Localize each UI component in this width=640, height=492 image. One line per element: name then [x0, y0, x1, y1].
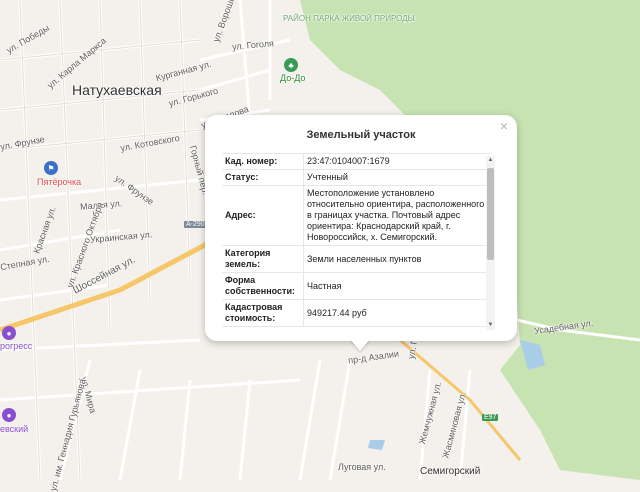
popup-scrollbar[interactable]: ▲ ▼: [486, 156, 495, 330]
cadastral-number-value: 23:47:0104007:1679: [303, 153, 490, 170]
ownership-form-key: Форма собственности:: [222, 272, 304, 300]
shop-icon[interactable]: ●: [2, 408, 16, 422]
tree-icon[interactable]: ♣: [284, 58, 298, 72]
cadastral-number-key: Кад. номер:: [222, 153, 304, 170]
status-value: Учтенный: [303, 169, 490, 186]
table-row: Адрес: Местоположение установлено относи…: [222, 185, 490, 246]
cadastral-value-key: Кадастровая стоимость:: [222, 299, 304, 327]
status-key: Статус:: [222, 169, 304, 186]
land-plot-popup: × Земельный участок Кад. номер: 23:47:01…: [205, 115, 517, 341]
popup-title: Земельный участок: [306, 129, 416, 141]
address-value: Местоположение установлено относительно …: [303, 185, 490, 246]
parcel-info-table: Кад. номер: 23:47:0104007:1679 Статус: У…: [222, 153, 490, 329]
table-row: Форма собственности: Частная: [222, 272, 490, 300]
address-key: Адрес:: [222, 185, 304, 246]
table-row: Кадастровая стоимость: 949217.44 руб: [222, 299, 490, 327]
cadastral-value-value: 949217.44 руб: [303, 299, 490, 327]
scroll-up-icon[interactable]: ▲: [486, 156, 495, 165]
table-row: Категория земель: Земли населенных пункт…: [222, 245, 490, 273]
road-number-badge: Е97: [482, 414, 499, 421]
land-category-key: Категория земель:: [222, 245, 304, 273]
shopping-cart-icon[interactable]: ⚑: [44, 161, 58, 175]
table-row: Кад. номер: 23:47:0104007:1679: [222, 153, 490, 170]
land-category-value: Земли населенных пунктов: [303, 245, 490, 273]
shop-icon[interactable]: ●: [2, 326, 16, 340]
scrollbar-thumb[interactable]: [487, 168, 494, 260]
road-number-badge: А-290: [184, 221, 207, 228]
table-row: Статус: Учтенный: [222, 169, 490, 186]
popup-pointer: [350, 339, 370, 351]
scroll-down-icon[interactable]: ▼: [486, 321, 495, 330]
ownership-form-value: Частная: [303, 272, 490, 300]
